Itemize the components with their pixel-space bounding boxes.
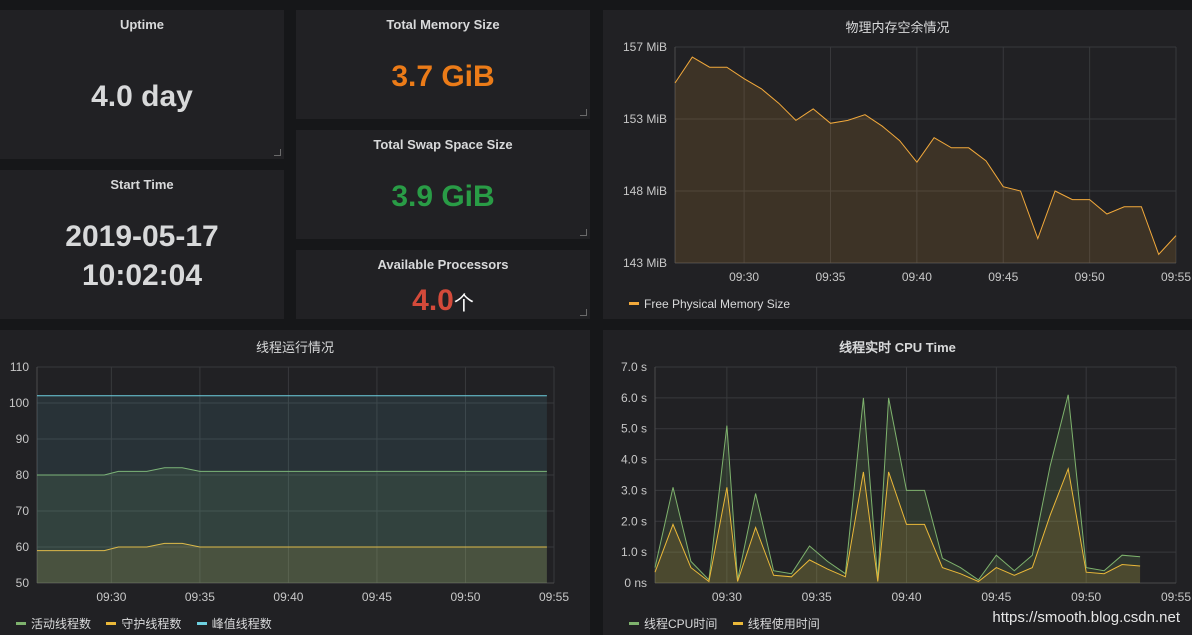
total-swap-panel: Total Swap Space Size 3.9 GiB [296, 130, 590, 239]
resize-handle[interactable] [580, 109, 587, 116]
y-tick-label: 80 [16, 468, 30, 482]
y-tick-label: 4.0 s [621, 453, 647, 467]
series-area-0 [675, 57, 1176, 263]
x-tick-label: 09:40 [892, 590, 922, 604]
legend-label: 线程使用时间 [747, 617, 820, 631]
free-memory-chart-panel: 物理内存空余情况 157 MiB 153 MiB 148 MiB 143 MiB 09:… [603, 10, 1192, 319]
resize-handle[interactable] [580, 309, 587, 316]
y-tick-label: 70 [16, 504, 30, 518]
thread-chart-panel: 线程运行情况 110 100 90 80 70 60 50 09:30 09:35 09:40 09… [0, 330, 590, 635]
total-swap-value: 3.9 GiB [391, 180, 495, 213]
y-tick-label: 50 [16, 576, 30, 590]
total-swap-title: Total Swap Space Size [373, 137, 513, 152]
x-tick-label: 09:45 [988, 270, 1018, 284]
uptime-title: Uptime [119, 17, 165, 32]
x-tick-label: 09:55 [1161, 270, 1191, 284]
y-tick-label: 148 MiB [623, 184, 667, 198]
chart-legend: Free Physical Memory Size [629, 294, 802, 311]
legend-label: 峰值线程数 [211, 617, 272, 631]
x-tick-label: 09:30 [712, 590, 742, 604]
legend-label: 守护线程数 [121, 617, 182, 631]
start-date-value: 2019-05-17 [65, 220, 219, 253]
legend-label: Free Physical Memory Size [644, 296, 791, 311]
start-time-panel: Start Time 2019-05-17 10:02:04 [0, 170, 284, 319]
legend-item[interactable]: 活动线程数 [16, 615, 91, 632]
legend-label: 活动线程数 [31, 617, 92, 631]
x-tick-label: 09:45 [362, 590, 392, 604]
y-tick-label: 2.0 s [621, 514, 647, 528]
processors-title: Available Processors [377, 257, 509, 272]
y-tick-label: 90 [16, 432, 30, 446]
cpu-time-chart: 7.0 s 6.0 s 5.0 s 4.0 s 3.0 s 2.0 s 1.0 s 0 ns 0… [621, 360, 1191, 604]
y-tick-label: 100 [9, 396, 29, 410]
start-time-value: 10:02:04 [81, 259, 203, 292]
y-tick-label: 7.0 s [621, 360, 647, 374]
x-tick-label: 09:50 [450, 590, 480, 604]
legend-item[interactable]: 线程使用时间 [732, 615, 820, 632]
x-tick-label: 09:50 [1071, 590, 1101, 604]
x-tick-label: 09:35 [815, 270, 845, 284]
processors-value-row: 4.0个 [296, 284, 590, 318]
y-tick-label: 157 MiB [623, 40, 667, 54]
x-tick-label: 09:30 [729, 270, 759, 284]
x-tick-label: 09:50 [1075, 270, 1105, 284]
y-tick-label: 1.0 s [621, 545, 647, 559]
processors-panel: Available Processors 4.0个 [296, 250, 590, 319]
chart-legend: 活动线程数 守护线程数 峰值线程数 [16, 614, 284, 632]
cpu-time-chart-panel: 线程实时 CPU Time 7.0 s 6.0 s 5.0 s 4.0 s 3.0 s2… [603, 330, 1192, 635]
x-tick-label: 09:35 [185, 590, 215, 604]
resize-handle[interactable] [580, 229, 587, 236]
processors-unit: 个 [453, 293, 474, 315]
free-memory-chart: 157 MiB 153 MiB 148 MiB 143 MiB 09:30 09:35 09… [623, 40, 1191, 284]
total-memory-panel: Total Memory Size 3.7 GiB [296, 10, 590, 119]
legend-label: 线程CPU时间 [644, 617, 718, 631]
total-memory-title: Total Memory Size [386, 17, 500, 32]
x-tick-label: 09:45 [981, 590, 1011, 604]
y-tick-label: 6.0 s [621, 391, 647, 405]
thread-chart: 110 100 90 80 70 60 50 09:30 09:35 09:40 09:45 09:5… [9, 360, 569, 604]
uptime-panel: Uptime 4.0 day [0, 10, 284, 159]
x-tick-label: 09:40 [273, 590, 303, 604]
resize-handle[interactable] [274, 149, 281, 156]
x-tick-label: 09:35 [802, 590, 832, 604]
x-tick-label: 09:40 [902, 270, 932, 284]
x-tick-label: 09:55 [539, 590, 569, 604]
legend-item[interactable]: Free Physical Memory Size [629, 297, 790, 311]
uptime-value: 4.0 day [91, 80, 193, 113]
y-tick-label: 110 [10, 360, 29, 374]
x-tick-label: 09:55 [1161, 590, 1191, 604]
y-tick-label: 3.0 s [621, 483, 647, 497]
y-tick-label: 153 MiB [623, 112, 667, 126]
processors-value: 4.0 [412, 284, 454, 317]
watermark-text: https://smooth.blog.csdn.net [992, 609, 1180, 626]
total-memory-value: 3.7 GiB [391, 60, 495, 93]
y-tick-label: 143 MiB [623, 256, 667, 270]
legend-item[interactable]: 守护线程数 [106, 615, 181, 632]
y-tick-label: 60 [16, 540, 30, 554]
y-tick-label: 5.0 s [621, 422, 647, 436]
legend-item[interactable]: 线程CPU时间 [629, 615, 717, 632]
start-time-title: Start Time [110, 177, 174, 192]
x-tick-label: 09:30 [96, 590, 126, 604]
y-tick-label: 0 ns [624, 576, 647, 590]
legend-item[interactable]: 峰值线程数 [196, 615, 272, 632]
series-area-2 [37, 395, 547, 583]
chart-legend: 线程CPU时间 线程使用时间 [629, 614, 832, 632]
